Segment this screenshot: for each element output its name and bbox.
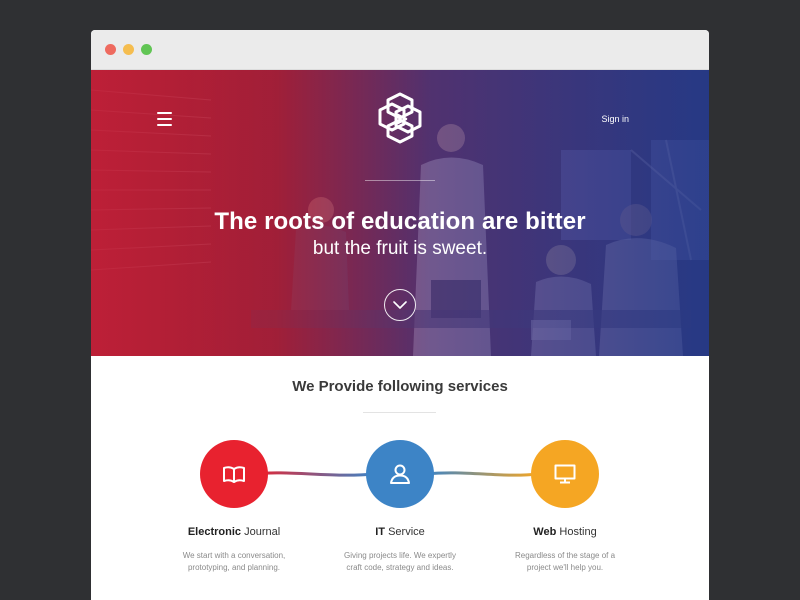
book-icon	[223, 466, 245, 483]
service-description: Regardless of the stage of a project we'…	[514, 551, 616, 572]
maximize-window-button[interactable]	[141, 44, 152, 55]
service-description: We start with a conversation, prototypin…	[182, 551, 286, 572]
electronic-journal-button[interactable]	[200, 440, 268, 508]
browser-window: Sign in The roots of education are bitte…	[91, 30, 709, 600]
close-window-button[interactable]	[105, 44, 116, 55]
service-title: Electronic Journal	[187, 526, 281, 538]
logo-icon	[378, 92, 422, 144]
hamburger-menu-icon[interactable]	[157, 112, 172, 126]
hero-subtitle: but the fruit is sweet.	[312, 238, 488, 259]
monitor-icon	[554, 464, 576, 484]
service-title: Web Hosting	[533, 526, 597, 538]
hero-title: The roots of education are bitter	[214, 208, 586, 235]
service-title: IT Service	[375, 526, 425, 538]
scroll-down-button[interactable]	[384, 289, 416, 321]
services-section: We Provide following services Electronic…	[91, 356, 709, 600]
service-web-hosting: Web Hosting Regardless of the stage of a…	[480, 440, 650, 574]
web-hosting-button[interactable]	[531, 440, 599, 508]
it-service-button[interactable]	[366, 440, 434, 508]
hero-section: Sign in The roots of education are bitte…	[91, 70, 709, 356]
chevron-down-icon	[393, 301, 407, 309]
service-description: Giving projects life. We expertly craft …	[344, 551, 456, 572]
service-electronic-journal: Electronic Journal We start with a conve…	[149, 440, 319, 574]
user-icon	[390, 464, 410, 484]
hero-divider	[365, 180, 435, 181]
sign-in-link[interactable]: Sign in	[601, 114, 629, 124]
window-titlebar	[91, 30, 709, 70]
minimize-window-button[interactable]	[123, 44, 134, 55]
service-it-service: IT Service Giving projects life. We expe…	[315, 440, 485, 574]
